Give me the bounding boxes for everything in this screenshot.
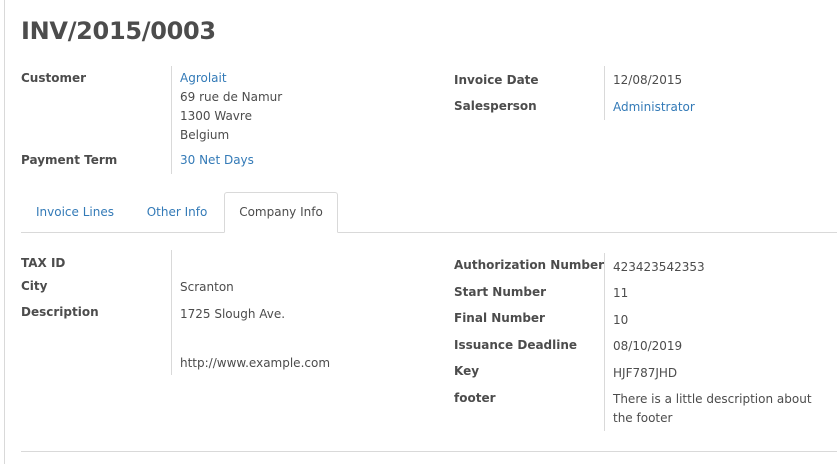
customer-link[interactable]: Agrolait (180, 69, 227, 88)
footer-label: footer (454, 391, 496, 405)
invoice-date-value: 12/08/2015 (613, 73, 683, 87)
key-label: Key (454, 364, 480, 378)
issuance-deadline-value: 08/10/2019 (613, 339, 683, 353)
payment-term-divider (171, 150, 172, 174)
final-number-label: Final Number (454, 311, 545, 325)
customer-address-city: 1300 Wavre (180, 109, 252, 123)
start-number-value: 11 (613, 286, 629, 300)
invoice-date-label: Invoice Date (454, 73, 539, 87)
authorization-number-label: Authorization Number (454, 258, 605, 272)
company-right-divider (604, 253, 605, 431)
customer-address-street: 69 rue de Namur (180, 90, 283, 104)
authorization-number-value: 423423542353 (613, 260, 705, 274)
payment-term-label: Payment Term (21, 153, 118, 167)
start-number-label: Start Number (454, 285, 547, 299)
tab-other-info[interactable]: Other Info (133, 193, 221, 232)
invoice-date-divider (604, 66, 605, 120)
description-label: Description (21, 305, 99, 319)
company-left-divider (171, 250, 172, 375)
customer-label: Customer (21, 71, 87, 85)
city-value: Scranton (180, 280, 234, 294)
customer-address-country: Belgium (180, 128, 230, 142)
issuance-deadline-label: Issuance Deadline (454, 338, 578, 352)
tax-id-label: TAX ID (21, 256, 66, 270)
tabs-baseline (21, 232, 837, 233)
tab-company-info[interactable]: Company Info (224, 192, 338, 233)
key-value: HJF787JHD (613, 366, 678, 380)
salesperson-label: Salesperson (454, 99, 537, 113)
description-line-address: 1725 Slough Ave. (180, 307, 286, 321)
sheet-left-border (4, 0, 5, 464)
invoice-title: INV/2015/0003 (21, 17, 216, 45)
customer-divider (171, 66, 172, 154)
description-line-website: http://www.example.com (180, 356, 331, 370)
tab-invoice-lines[interactable]: Invoice Lines (21, 193, 129, 232)
payment-term-link[interactable]: 30 Net Days (180, 151, 254, 170)
city-label: City (21, 279, 48, 293)
final-number-value: 10 (613, 313, 629, 327)
section-bottom-border (21, 451, 837, 452)
salesperson-link[interactable]: Administrator (613, 98, 695, 117)
footer-value: There is a little description about the … (613, 392, 812, 425)
